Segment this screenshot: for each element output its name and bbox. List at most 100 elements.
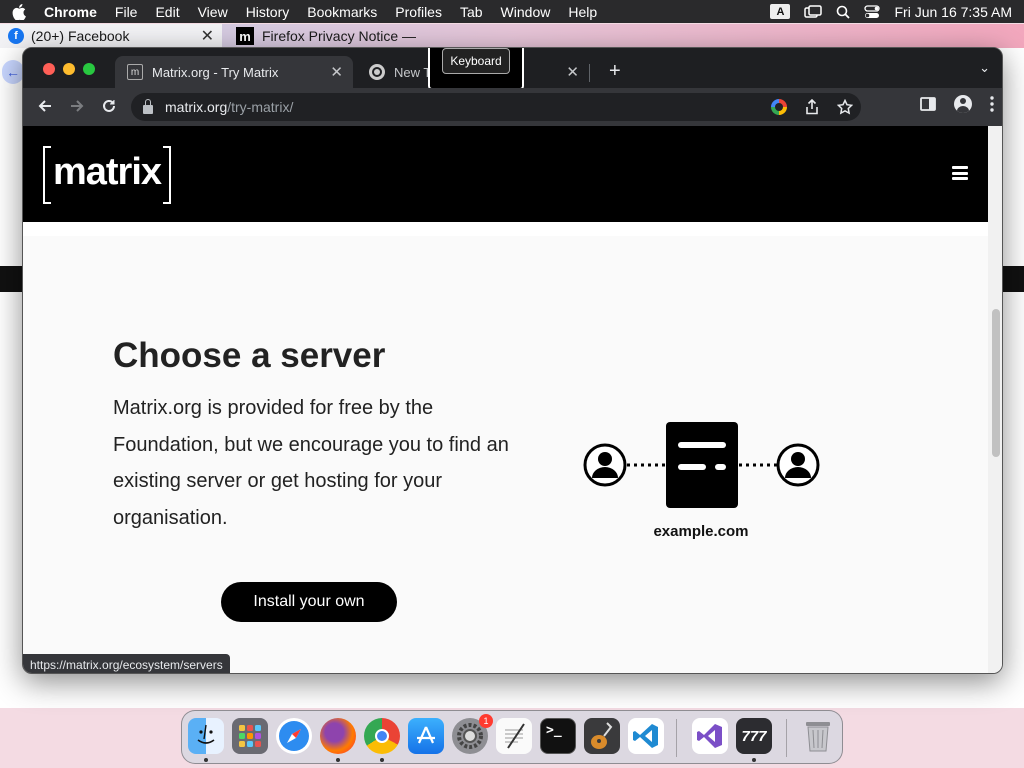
page-viewport: matrix Choose a server Matrix.org is pro… <box>23 126 1002 673</box>
background-tab-title: Firefox Privacy Notice — <box>262 28 417 44</box>
menu-edit[interactable]: Edit <box>146 4 188 20</box>
scrollbar-thumb[interactable] <box>992 309 1000 457</box>
minimize-window-button[interactable] <box>63 63 75 75</box>
macos-dock: 1 >_ 777 <box>181 710 843 764</box>
reload-icon <box>103 99 115 112</box>
tab-matrix-try[interactable]: m Matrix.org - Try Matrix ✕ <box>115 56 353 88</box>
safari-icon[interactable] <box>276 718 312 754</box>
app-store-icon[interactable] <box>408 718 444 754</box>
menubar-status-area: A Fri Jun 16 7:35 AM <box>770 0 1012 23</box>
google-chrome-icon[interactable] <box>364 718 400 754</box>
menu-tab[interactable]: Tab <box>451 4 492 20</box>
menu-app-name[interactable]: Chrome <box>38 4 106 20</box>
dock-separator <box>676 719 677 757</box>
header-divider <box>23 222 988 236</box>
background-back-button[interactable]: ← <box>2 60 24 84</box>
menu-window[interactable]: Window <box>492 4 560 20</box>
lock-icon[interactable] <box>143 98 153 114</box>
menu-profiles[interactable]: Profiles <box>386 4 451 20</box>
menu-help[interactable]: Help <box>559 4 606 20</box>
menubar-clock[interactable]: Fri Jun 16 7:35 AM <box>894 4 1012 20</box>
user-right-icon <box>776 443 820 487</box>
logo-text: matrix <box>52 150 162 193</box>
screen-mirroring-icon[interactable] <box>804 4 823 19</box>
macos-menu-bar: Chrome File Edit View History Bookmarks … <box>0 0 1024 23</box>
running-indicator <box>204 758 208 762</box>
visual-studio-icon[interactable] <box>692 718 728 754</box>
close-tab-icon[interactable]: ✕ <box>330 63 343 81</box>
fullscreen-window-button[interactable] <box>83 63 95 75</box>
input-source-indicator[interactable]: A <box>770 4 791 19</box>
textedit-icon[interactable] <box>496 718 532 754</box>
finder-icon[interactable] <box>188 718 224 754</box>
dock-separator <box>786 719 787 757</box>
facebook-icon: f <box>8 28 24 44</box>
wunderbucket-icon[interactable]: 777 <box>736 718 772 754</box>
garageband-icon[interactable] <box>584 718 620 754</box>
server-diagram: example.com <box>583 416 823 546</box>
launchpad-icon[interactable] <box>232 718 268 754</box>
running-indicator <box>380 758 384 762</box>
background-tab-title: (20+) Facebook <box>31 28 130 44</box>
profile-avatar-icon[interactable] <box>954 95 972 113</box>
background-page-element <box>1002 266 1024 292</box>
close-tab-icon[interactable]: ✕ <box>566 63 579 81</box>
back-arrow-icon <box>38 100 51 112</box>
menu-history[interactable]: History <box>237 4 299 20</box>
install-your-own-button[interactable]: Install your own <box>221 582 397 622</box>
toolbar-right-actions <box>920 95 994 113</box>
hamburger-menu-icon[interactable] <box>952 166 968 180</box>
firefox-icon[interactable] <box>320 718 356 754</box>
user-left-icon <box>583 443 627 487</box>
bookmark-star-icon[interactable] <box>837 99 853 115</box>
link-status-bar: https://matrix.org/ecosystem/servers <box>23 654 230 673</box>
page-scrollbar[interactable] <box>988 126 1002 673</box>
server-icon <box>666 422 738 508</box>
tab-title: New T <box>394 64 432 80</box>
kebab-menu-icon[interactable] <box>990 96 994 112</box>
keyboard-tooltip: Keyboard <box>428 48 524 90</box>
background-tab-firefox-privacy[interactable]: m Firefox Privacy Notice — <box>228 24 428 48</box>
chrome-toolbar: matrix.org/try-matrix/ <box>23 88 1002 126</box>
forward-arrow-icon <box>71 100 84 112</box>
reload-button[interactable] <box>98 95 120 117</box>
forward-button[interactable] <box>66 95 88 117</box>
address-bar[interactable]: matrix.org/try-matrix/ <box>131 93 861 121</box>
spotlight-search-icon[interactable] <box>836 5 851 19</box>
terminal-icon[interactable]: >_ <box>540 718 576 754</box>
matrix-favicon-icon: m <box>127 64 143 80</box>
chrome-tabstrip: m Matrix.org - Try Matrix ✕ New T ✕ + ⌄ … <box>23 48 1002 90</box>
background-browser-tabstrip: f (20+) Facebook ✕ m Firefox Privacy Not… <box>0 24 1024 48</box>
server-diagram-graphic <box>583 422 820 508</box>
google-lens-icon[interactable] <box>771 99 787 115</box>
tooltip-text: Keyboard <box>442 48 510 74</box>
tab-title: Matrix.org - Try Matrix <box>152 64 279 80</box>
tab-divider <box>589 64 590 82</box>
matrix-logo[interactable]: matrix <box>43 146 171 204</box>
menu-file[interactable]: File <box>106 4 147 20</box>
back-button[interactable] <box>34 95 56 117</box>
mozilla-icon: m <box>236 27 254 45</box>
new-tab-button[interactable]: + <box>609 60 621 83</box>
menu-bookmarks[interactable]: Bookmarks <box>298 4 386 20</box>
chrome-window: m Matrix.org - Try Matrix ✕ New T ✕ + ⌄ … <box>22 47 1003 674</box>
page-title: Choose a server <box>113 336 386 375</box>
close-icon[interactable]: ✕ <box>201 26 214 46</box>
apple-menu-icon[interactable] <box>0 3 38 20</box>
address-bar-actions <box>771 93 853 121</box>
background-tab-facebook[interactable]: f (20+) Facebook ✕ <box>0 24 222 48</box>
running-indicator <box>752 758 756 762</box>
share-icon[interactable] <box>805 99 819 115</box>
tab-search-chevron-icon[interactable]: ⌄ <box>979 60 990 76</box>
notification-badge: 1 <box>479 714 493 728</box>
url-path: /try-matrix/ <box>227 99 294 115</box>
menu-view[interactable]: View <box>189 4 237 20</box>
trash-icon[interactable] <box>800 718 836 754</box>
close-window-button[interactable] <box>43 63 55 75</box>
background-page-element <box>0 266 22 292</box>
control-center-icon[interactable] <box>864 4 881 19</box>
side-panel-icon[interactable] <box>920 97 936 111</box>
chrome-icon <box>369 64 385 80</box>
url-host: matrix.org <box>165 99 228 115</box>
visual-studio-code-icon[interactable] <box>628 718 664 754</box>
